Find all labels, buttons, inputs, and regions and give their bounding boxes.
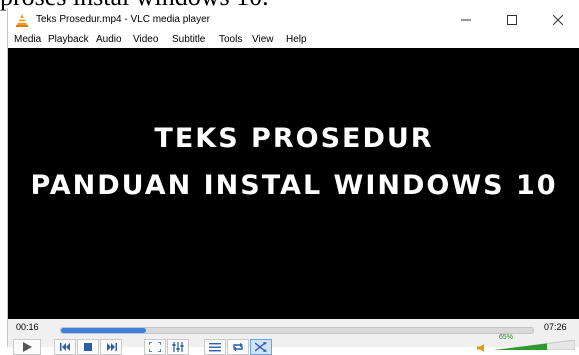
menu-view[interactable]: View — [252, 34, 274, 46]
elapsed-time: 00:16 — [16, 322, 39, 332]
play-button[interactable] — [13, 339, 41, 355]
playlist-icon — [209, 343, 221, 352]
menu-help[interactable]: Help — [286, 34, 307, 46]
video-area[interactable]: TEKS PROSEDUR PANDUAN INSTAL WINDOWS 10 — [8, 48, 579, 319]
video-title-line2: PANDUAN INSTAL WINDOWS 10 — [30, 170, 558, 201]
video-title-line1: TEKS PROSEDUR — [154, 123, 434, 154]
playlist-button[interactable] — [204, 339, 226, 355]
vlc-window: Teks Prosedur.mp4 - VLC media player Med… — [7, 8, 579, 355]
stop-button[interactable] — [77, 339, 99, 355]
extended-settings-icon — [172, 342, 184, 352]
next-button[interactable] — [100, 339, 122, 355]
total-time: 07:26 — [544, 322, 567, 332]
menu-tools[interactable]: Tools — [219, 34, 242, 46]
shuffle-icon — [255, 342, 267, 352]
minimize-button[interactable] — [443, 8, 489, 32]
controls-bar: 00:16 07:26 65% — [8, 319, 579, 355]
loop-button[interactable] — [227, 339, 249, 355]
previous-button[interactable] — [54, 339, 76, 355]
play-icon — [23, 342, 32, 352]
menu-audio[interactable]: Audio — [96, 34, 122, 46]
minimize-icon — [461, 19, 471, 21]
seek-slider[interactable] — [60, 327, 534, 334]
previous-icon — [59, 343, 70, 351]
menu-media[interactable]: Media — [14, 34, 41, 46]
loop-icon — [233, 342, 243, 352]
stop-icon — [84, 343, 92, 351]
volume-slider[interactable] — [495, 340, 575, 350]
menu-playback[interactable]: Playback — [48, 34, 89, 46]
fullscreen-icon — [149, 342, 161, 352]
vlc-cone-icon — [16, 14, 28, 27]
menu-bar: Media Playback Audio Video Subtitle Tool… — [8, 32, 579, 48]
close-icon — [553, 15, 563, 25]
fullscreen-button[interactable] — [144, 339, 166, 355]
next-icon — [106, 343, 117, 351]
extended-settings-button[interactable] — [167, 339, 189, 355]
window-title: Teks Prosedur.mp4 - VLC media player — [36, 14, 210, 25]
title-bar: Teks Prosedur.mp4 - VLC media player — [8, 8, 579, 32]
menu-subtitle[interactable]: Subtitle — [172, 34, 205, 46]
maximize-button[interactable] — [489, 8, 535, 32]
shuffle-button[interactable] — [250, 339, 272, 355]
close-button[interactable] — [535, 8, 579, 32]
speaker-icon[interactable] — [477, 344, 487, 352]
maximize-icon — [507, 15, 517, 25]
seek-progress — [61, 328, 146, 333]
menu-video[interactable]: Video — [133, 34, 158, 46]
